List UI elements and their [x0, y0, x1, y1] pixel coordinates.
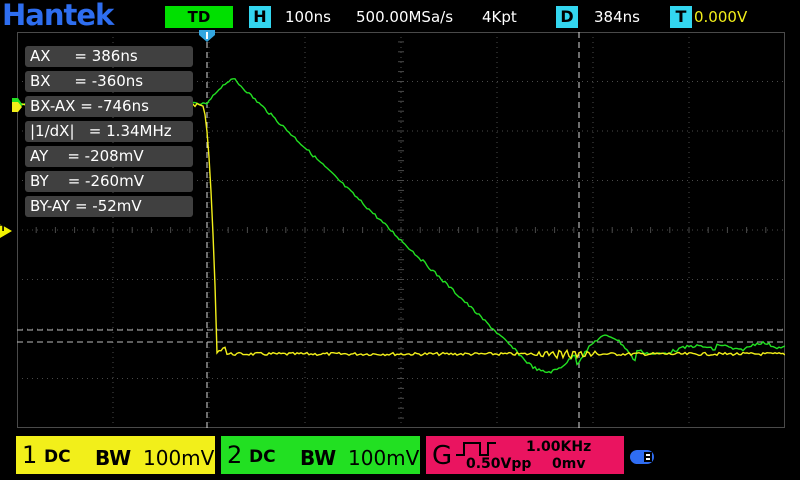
ch2-settings[interactable]: 2 DC BW 100mV: [221, 436, 420, 474]
ch1-bw-limit: BW: [95, 446, 132, 470]
timebase-tag: H: [249, 6, 271, 28]
trigger-position-icon[interactable]: [199, 30, 215, 42]
readout-by: BY = -260mV: [25, 171, 193, 192]
delay-value[interactable]: 384ns: [594, 8, 640, 26]
generator-offset: 0mv: [552, 456, 586, 472]
generator-settings[interactable]: G 1.00KHz 0.50Vpp 0mv: [426, 436, 624, 474]
trigger-level-label: T: [0, 224, 7, 234]
generator-frequency: 1.00KHz: [526, 439, 592, 455]
readout-bx-ax: BX-AX = -746ns: [25, 96, 193, 117]
ch1-number: 1: [22, 441, 38, 469]
readout-inv-dx: |1/dX| = 1.34MHz: [25, 121, 193, 142]
ch1-volts-div: 100mV: [143, 446, 215, 470]
readout-bx: BX = -360ns: [25, 71, 193, 92]
ch1-settings[interactable]: 1 DC BW 100mV: [16, 436, 215, 474]
ch2-coupling: DC: [249, 447, 276, 467]
generator-amplitude: 0.50Vpp: [466, 456, 532, 472]
ch2-number: 2: [227, 441, 243, 469]
sample-rate: 500.00MSa/s: [356, 8, 454, 26]
delay-tag: D: [556, 6, 578, 28]
readout-ax: AX = 386ns: [25, 46, 193, 67]
ch2-volts-div: 100mV: [348, 446, 420, 470]
square-wave-icon: [456, 442, 496, 456]
memory-depth[interactable]: 4Kpt: [482, 8, 517, 26]
brand-logo: Hantek: [2, 0, 114, 32]
ch2-bw-limit: BW: [300, 446, 337, 470]
trigger-mode-badge[interactable]: TD: [165, 6, 233, 28]
generator-label: G: [432, 441, 453, 471]
readout-by-ay: BY-AY = -52mV: [25, 196, 193, 217]
ch1-offset-marker[interactable]: [12, 102, 22, 112]
timebase-value[interactable]: 100ns: [285, 8, 331, 26]
trigger-tag: T: [670, 6, 692, 28]
readout-ay: AY = -208mV: [25, 146, 193, 167]
trigger-level-value[interactable]: 0.000V: [694, 8, 747, 26]
status-bar: Hantek TD H 100ns 500.00MSa/s 4Kpt D 384…: [0, 0, 800, 32]
usb-icon: [630, 450, 654, 464]
ch1-coupling: DC: [44, 447, 71, 467]
